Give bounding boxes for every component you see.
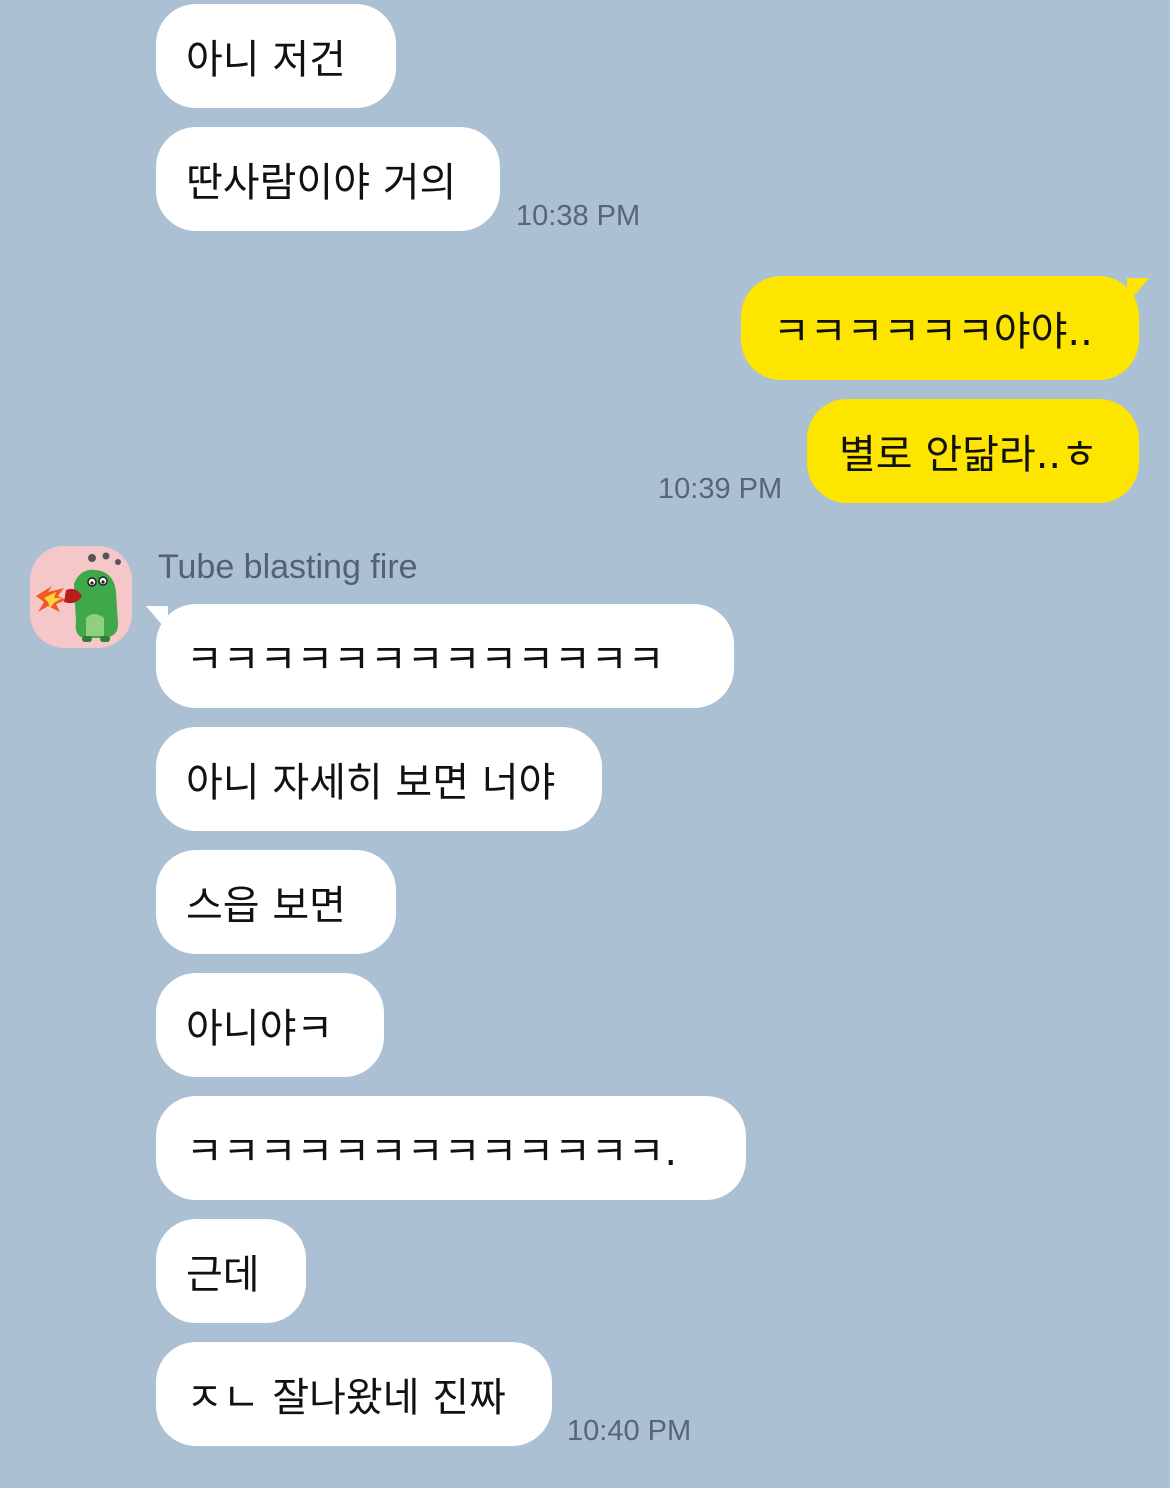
sender-name: Tube blasting fire xyxy=(158,548,418,586)
message-text: 스읍 보면 xyxy=(186,883,346,929)
message-text: 아니 저건 xyxy=(186,37,346,83)
incoming-message-bubble[interactable]: ㅋㅋㅋㅋㅋㅋㅋㅋㅋㅋㅋㅋㅋ. xyxy=(156,1096,746,1200)
incoming-message-bubble[interactable]: 딴사람이야 거의 xyxy=(156,127,500,231)
message-text: 근데 xyxy=(186,1252,260,1298)
message-text: 딴사람이야 거의 xyxy=(186,160,457,206)
avatar-illustration xyxy=(36,552,121,642)
incoming-message-bubble[interactable]: 아니야ㅋ xyxy=(156,973,384,1077)
incoming-message-bubble[interactable]: 근데 xyxy=(156,1219,306,1323)
message-text: ㅋㅋㅋㅋㅋㅋㅋㅋㅋㅋㅋㅋㅋ. xyxy=(186,1129,678,1175)
tube-blasting-fire-sticker-icon[interactable] xyxy=(30,546,132,648)
chat-area: 아니 저건 딴사람이야 거의 10:38 PM ㅋㅋㅋㅋㅋㅋ야야.. 별로 안닮… xyxy=(0,0,1170,1488)
message-text: ㅋㅋㅋㅋㅋㅋㅋㅋㅋㅋㅋㅋㅋ xyxy=(186,637,665,683)
incoming-message-bubble[interactable]: ㅋㅋㅋㅋㅋㅋㅋㅋㅋㅋㅋㅋㅋ xyxy=(146,604,734,708)
message-text: 아니야ㅋ xyxy=(186,1006,334,1052)
outgoing-message-bubble[interactable]: 별로 안닮라..ㅎ xyxy=(807,399,1139,503)
incoming-message-bubble[interactable]: ㅈㄴ 잘나왔네 진짜 xyxy=(156,1342,552,1446)
outgoing-message-bubble[interactable]: ㅋㅋㅋㅋㅋㅋ야야.. xyxy=(741,276,1149,380)
message-text: ㅈㄴ 잘나왔네 진짜 xyxy=(186,1375,506,1421)
message-timestamp: 10:40 PM xyxy=(567,1415,692,1447)
incoming-message-bubble[interactable]: 아니 저건 xyxy=(156,4,396,108)
message-text: ㅋㅋㅋㅋㅋㅋ야야.. xyxy=(773,309,1093,355)
incoming-message-bubble[interactable]: 아니 자세히 보면 너야 xyxy=(156,727,602,831)
message-text: 별로 안닮라..ㅎ xyxy=(839,432,1098,478)
message-timestamp: 10:38 PM xyxy=(516,200,641,232)
message-timestamp: 10:39 PM xyxy=(658,473,783,505)
message-text: 아니 자세히 보면 너야 xyxy=(186,760,556,806)
incoming-message-bubble[interactable]: 스읍 보면 xyxy=(156,850,396,954)
